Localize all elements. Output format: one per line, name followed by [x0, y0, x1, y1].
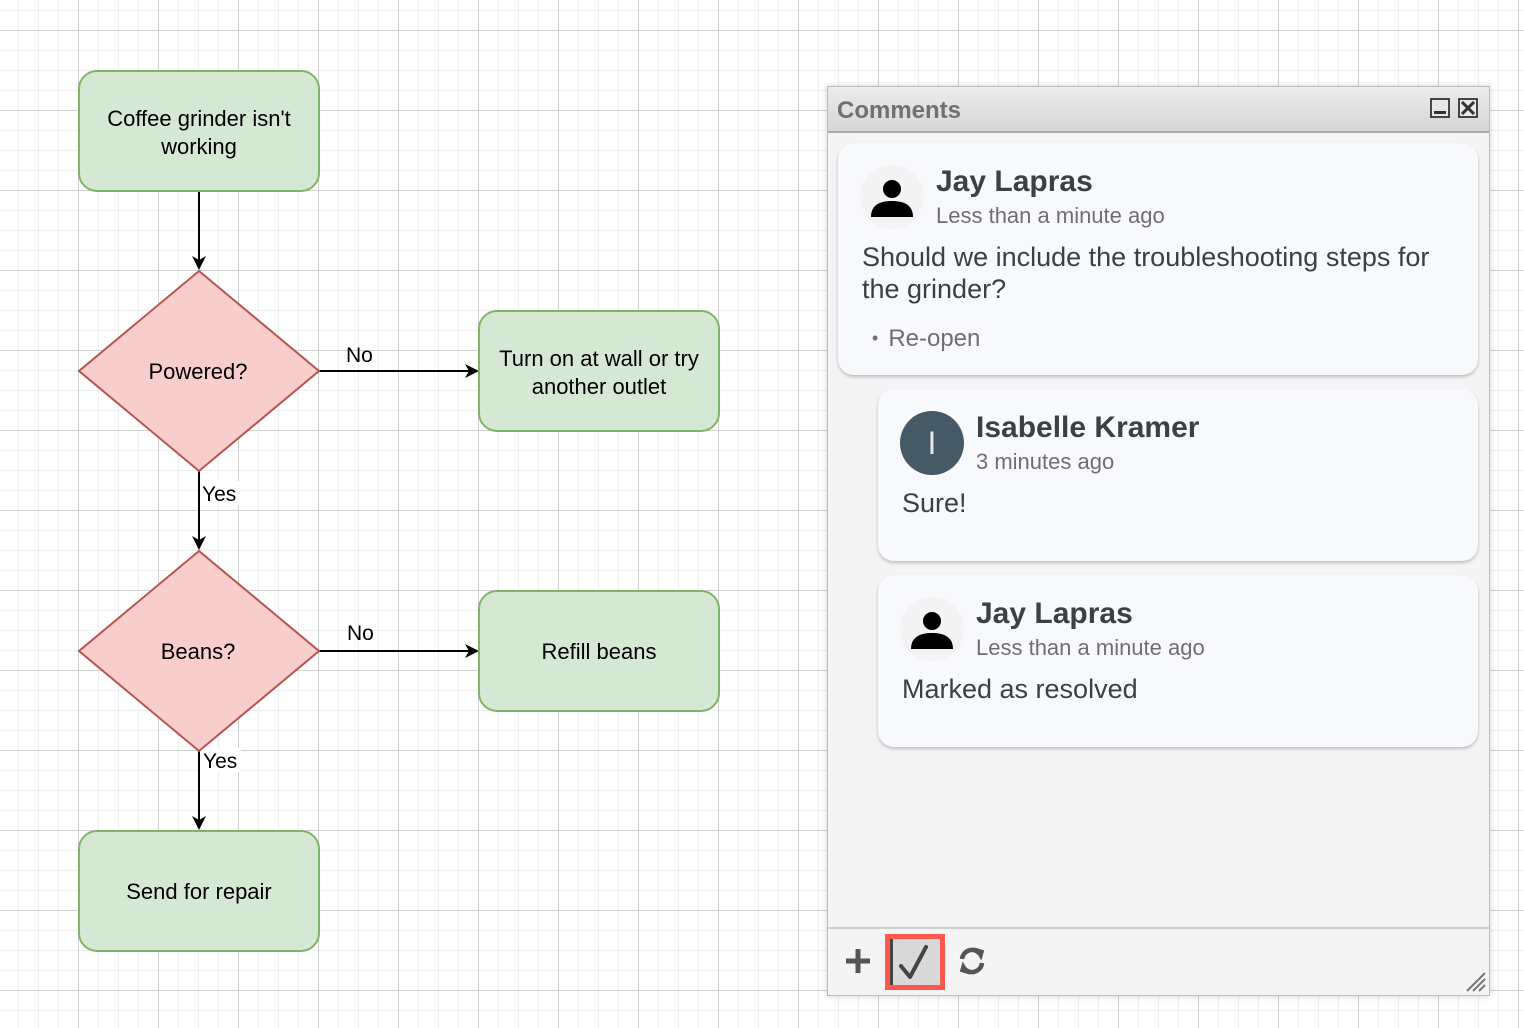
close-button[interactable] [1458, 98, 1478, 118]
edge-label-beans-yes: Yes [203, 750, 237, 773]
comments-panel: Comments Jay Lapras Less than a minute a… [827, 86, 1490, 996]
refresh-button[interactable] [950, 939, 994, 983]
comments-list[interactable]: Jay Lapras Less than a minute ago Should… [828, 133, 1489, 927]
flowchart-canvas[interactable]: No Yes No Yes Coffee grinder isn't worki… [0, 0, 780, 1028]
comments-panel-title: Comments [837, 97, 962, 124]
node-powered-label: Powered? [148, 359, 247, 384]
reopen-link[interactable]: • Re-open [872, 325, 980, 353]
node-outlet[interactable]: Turn on at wall or try another outlet [478, 310, 720, 432]
node-start-label-line2: working [160, 134, 237, 159]
comment-time: Less than a minute ago [936, 203, 1165, 228]
reopen-label: Re-open [888, 325, 981, 352]
add-comment-button[interactable] [836, 939, 880, 983]
comments-toolbar [828, 927, 1489, 995]
node-outlet-label-line2: another outlet [532, 374, 667, 399]
comment-time: Less than a minute ago [976, 635, 1205, 660]
node-beans-decision[interactable]: Beans? [77, 549, 321, 753]
avatar: I [900, 411, 964, 475]
checkmark-icon [899, 945, 928, 979]
comments-panel-titlebar[interactable]: Comments [828, 87, 1489, 133]
avatar [900, 597, 964, 661]
node-start[interactable]: Coffee grinder isn't working [78, 70, 320, 192]
node-beans-label: Beans? [161, 639, 236, 664]
comment-time: 3 minutes ago [976, 449, 1115, 474]
minimize-button[interactable] [1430, 98, 1450, 118]
comment-author: Isabelle Kramer [976, 411, 1200, 444]
comment-text: Marked as resolved [902, 674, 1138, 704]
comment-author: Jay Lapras [936, 165, 1093, 198]
edge-label-beans-no: No [347, 622, 374, 645]
edge-label-powered-yes: Yes [202, 483, 236, 506]
comment-author: Jay Lapras [976, 597, 1133, 630]
person-icon [911, 612, 953, 649]
avatar [860, 165, 924, 229]
node-repair[interactable]: Send for repair [78, 830, 320, 952]
comment-text: Sure! [902, 488, 967, 518]
refresh-icon [959, 947, 985, 975]
node-powered-decision[interactable]: Powered? [77, 269, 321, 473]
node-refill-label: Refill beans [542, 639, 657, 664]
node-outlet-label-line1: Turn on at wall or try [499, 346, 699, 371]
edge-label-powered-no: No [346, 344, 373, 367]
close-icon [1461, 101, 1475, 115]
show-resolved-button[interactable] [885, 934, 945, 990]
comment-card: Jay Lapras Less than a minute ago Should… [838, 143, 1478, 375]
plus-icon [846, 949, 870, 973]
node-refill[interactable]: Refill beans [478, 590, 720, 712]
node-start-label-line1: Coffee grinder isn't [107, 106, 291, 131]
comment-card-reply: I Isabelle Kramer 3 minutes ago Sure! [878, 389, 1478, 561]
resize-grip-icon[interactable] [1463, 969, 1487, 993]
comment-text: Should we include the troubleshooting st… [862, 242, 1430, 304]
comment-card-reply: Jay Lapras Less than a minute ago Marked… [878, 575, 1478, 747]
bullet-icon: • [872, 328, 879, 348]
node-repair-label: Send for repair [126, 879, 272, 904]
person-icon [871, 180, 913, 217]
